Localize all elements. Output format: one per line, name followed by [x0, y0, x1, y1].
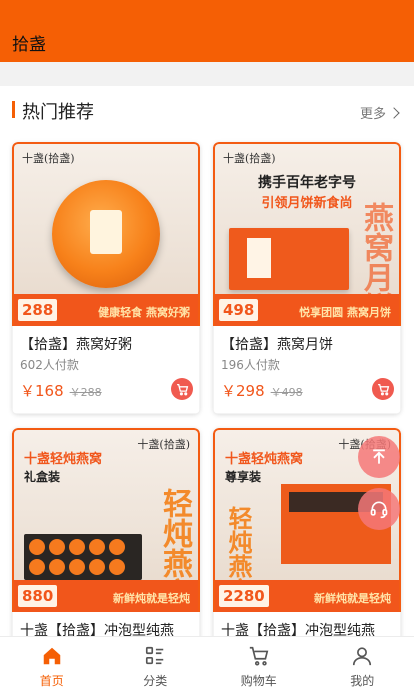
tab-label: 分类: [143, 674, 168, 688]
product-name: 【拾盏】燕窝月饼: [221, 337, 333, 353]
section-accent-bar: [12, 101, 15, 118]
cart-icon: [377, 383, 389, 395]
poster-slogan: 新鲜炖就是轻炖: [314, 592, 391, 605]
poster-price-tag: 288: [18, 299, 58, 321]
user-icon: [350, 644, 374, 668]
poster-price-tag: 2280: [219, 585, 269, 607]
add-to-cart-button[interactable]: [372, 378, 394, 400]
cart-icon: [176, 383, 188, 395]
product-grid: 十盏(拾盏) 288 健康轻食 燕窝好粥 【拾盏】燕窝好粥 602人付款 ￥16…: [0, 132, 414, 636]
price-row: ￥298 ￥498: [221, 380, 303, 401]
arrow-up-icon: [373, 449, 385, 464]
headset-icon: [370, 501, 388, 519]
add-to-cart-button[interactable]: [171, 378, 193, 400]
app-title: 拾盏: [12, 35, 46, 55]
more-label: 更多: [359, 107, 386, 122]
tab-category[interactable]: 分类: [104, 637, 208, 692]
tab-cart[interactable]: 购物车: [207, 637, 311, 692]
poster-price-band: 2280 新鲜炖就是轻炖: [215, 580, 399, 612]
sold-count: 602人付款: [20, 358, 79, 372]
tab-label: 我的: [350, 674, 375, 688]
poster-slogan: 新鲜炖就是轻炖: [113, 592, 190, 605]
gift-box-graphic: [24, 534, 142, 580]
poster-price-band: 880 新鲜炖就是轻炖: [14, 580, 198, 612]
poster-slogan: 健康轻食 燕窝好粥: [98, 306, 190, 319]
back-to-top-button[interactable]: [358, 436, 400, 478]
gift-box-graphic: [229, 228, 349, 290]
section-header: 热门推荐 更多: [0, 86, 414, 132]
product-image: 十盏(拾盏) 携手百年老字号 引领月饼新食尚 燕窝月饼 498 悦享团圆 燕窝月…: [213, 142, 401, 326]
tab-profile[interactable]: 我的: [311, 637, 414, 692]
chevron-right-icon: [388, 106, 400, 119]
product-card[interactable]: 十盏(拾盏) 288 健康轻食 燕窝好粥 【拾盏】燕窝好粥 602人付款 ￥16…: [12, 142, 200, 414]
price-row: ￥168 ￥288: [20, 380, 102, 401]
poster-price-band: 288 健康轻食 燕窝好粥: [14, 294, 198, 326]
section-title: 热门推荐: [22, 102, 94, 123]
home-icon: [40, 644, 64, 668]
poster-price-tag: 880: [18, 585, 58, 607]
product-info: 十盏【拾盏】冲泡型纯燕: [213, 612, 401, 636]
product-card[interactable]: 十盏(拾盏) 携手百年老字号 引领月饼新食尚 燕窝月饼 498 悦享团圆 燕窝月…: [213, 142, 401, 414]
product-info: 【拾盏】燕窝月饼 196人付款 ￥298 ￥498: [213, 326, 401, 414]
product-name: 十盏【拾盏】冲泡型纯燕: [20, 623, 174, 636]
tab-label: 购物车: [240, 674, 277, 688]
product-card[interactable]: 十盏(拾盏) 十盏轻炖燕窝 礼盒装 轻炖燕窝 880 新鲜炖就是轻炖 十盏【拾盏…: [12, 428, 200, 636]
category-icon: [143, 644, 167, 668]
sold-count: 196人付款: [221, 358, 280, 372]
poster-brand: 十盏(拾盏): [223, 152, 276, 165]
original-price: ￥498: [270, 386, 303, 399]
poster-slogan: 悦享团圆 燕窝月饼: [299, 306, 391, 319]
current-price: ￥168: [20, 382, 64, 400]
poster-brand: 十盏(拾盏): [137, 438, 190, 451]
top-bar: 拾盏: [0, 0, 414, 62]
poster-subheadline: 礼盒装: [24, 470, 61, 484]
current-price: ￥298: [221, 382, 265, 400]
tab-label: 首页: [39, 674, 64, 688]
product-name: 十盏【拾盏】冲泡型纯燕: [221, 623, 375, 636]
product-info: 十盏【拾盏】冲泡型纯燕: [12, 612, 200, 636]
bottom-tab-bar: 首页 分类 购物车 我的: [0, 636, 414, 692]
poster-headline: 十盏轻炖燕窝: [225, 452, 304, 467]
tab-home[interactable]: 首页: [0, 637, 104, 692]
poster-subheadline: 尊享装: [225, 470, 262, 484]
poster-brand: 十盏(拾盏): [22, 152, 75, 165]
poster-price-tag: 498: [219, 299, 259, 321]
poster-price-band: 498 悦享团圆 燕窝月饼: [215, 294, 399, 326]
product-info: 【拾盏】燕窝好粥 602人付款 ￥168 ￥288: [12, 326, 200, 414]
poster-headline: 十盏轻炖燕窝: [24, 452, 103, 467]
customer-service-button[interactable]: [358, 488, 400, 530]
product-tin-graphic: [52, 180, 160, 288]
more-link[interactable]: 更多: [359, 103, 400, 122]
product-name: 【拾盏】燕窝好粥: [20, 337, 132, 353]
cart-icon: [247, 644, 271, 668]
product-image: 十盏(拾盏) 十盏轻炖燕窝 礼盒装 轻炖燕窝 880 新鲜炖就是轻炖: [12, 428, 200, 612]
product-image: 十盏(拾盏) 288 健康轻食 燕窝好粥: [12, 142, 200, 326]
poster-headline: 携手百年老字号: [258, 175, 356, 191]
original-price: ￥288: [69, 386, 102, 399]
